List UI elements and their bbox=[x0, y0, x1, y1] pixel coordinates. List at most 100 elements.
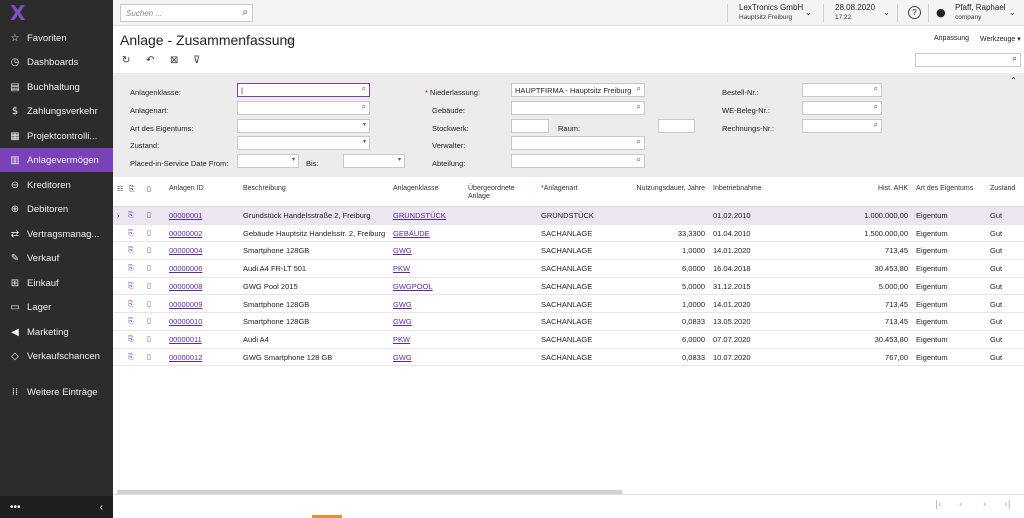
dropdown-arrow-icon[interactable]: ▾ bbox=[363, 138, 366, 145]
sidebar-item-0[interactable]: ☆ Favoriten bbox=[0, 26, 113, 50]
note-icon[interactable]: ▯ bbox=[147, 211, 151, 219]
sidebar-item-2[interactable]: ▤ Buchhaltung bbox=[0, 75, 113, 99]
asset-id-link[interactable]: 00000001 bbox=[169, 211, 202, 220]
search-icon[interactable]: ⌕ bbox=[874, 120, 878, 130]
table-row[interactable]: ⎘ ▯ 00000009 Smartphone 128GB GWG SACHANLAGE 1… bbox=[113, 296, 1024, 314]
table-row[interactable]: › ⎘ ▯ 00000001 Grundstück Handelsstraße 2, F… bbox=[113, 207, 1024, 225]
asset-id-link[interactable]: 00000008 bbox=[169, 282, 202, 291]
grid-search-input[interactable]: ⌕ bbox=[915, 53, 1021, 67]
column-header-placed-in-service[interactable]: Inbetriebnahme bbox=[713, 185, 762, 193]
column-header-ownership[interactable]: Art des Eigentums bbox=[916, 185, 976, 193]
asset-id-link[interactable]: 00000010 bbox=[169, 317, 202, 326]
attachment-icon[interactable]: ⎘ bbox=[128, 211, 134, 220]
pager-prev-icon[interactable]: ‹ bbox=[959, 500, 963, 510]
attachment-icon[interactable]: ⎘ bbox=[128, 300, 134, 309]
floor-input[interactable] bbox=[511, 119, 549, 133]
favorite-star-icon[interactable]: ☆ bbox=[285, 34, 295, 47]
undo-icon[interactable]: ↶ bbox=[146, 55, 154, 66]
dropdown-arrow-icon[interactable]: ▾ bbox=[292, 156, 295, 163]
note-icon[interactable]: ▯ bbox=[147, 264, 151, 272]
collapse-panel-icon[interactable]: ⌃ bbox=[1010, 76, 1017, 85]
pager-first-icon[interactable]: |‹ bbox=[935, 500, 942, 510]
asset-id-link[interactable]: 00000004 bbox=[169, 246, 202, 255]
chevron-down-icon[interactable]: ⌄ bbox=[1009, 8, 1016, 17]
column-header-description[interactable]: Beschreibung bbox=[243, 185, 286, 193]
column-header-useful-life[interactable]: Nutzungsdauer, Jahre bbox=[631, 185, 706, 193]
app-logo[interactable]: X bbox=[0, 0, 113, 26]
department-input[interactable]: ⌕ bbox=[511, 154, 645, 168]
date-to-input[interactable]: ▾ bbox=[343, 154, 405, 168]
note-icon[interactable]: ▯ bbox=[147, 353, 151, 361]
sidebar-item-13[interactable]: ◇ Verkaufschancen bbox=[0, 344, 113, 368]
note-icon[interactable]: ▯ bbox=[147, 300, 151, 308]
building-input[interactable]: ⌕ bbox=[511, 101, 645, 115]
attachment-icon[interactable]: ⎘ bbox=[128, 353, 134, 362]
pager-next-icon[interactable]: › bbox=[983, 500, 987, 510]
table-row[interactable]: ⎘ ▯ 00000008 GWG Pool 2015 GWGPOOL SACHANLAGE… bbox=[113, 278, 1024, 296]
asset-id-link[interactable]: 00000012 bbox=[169, 353, 202, 362]
sidebar-item-3[interactable]: $ Zahlungsverkehr bbox=[0, 99, 113, 123]
asset-class-link[interactable]: GRUNDSTÜCK bbox=[393, 211, 446, 220]
asset-id-link[interactable]: 00000011 bbox=[169, 335, 202, 344]
column-header-asset-class[interactable]: Anlagenklasse bbox=[393, 185, 439, 193]
asset-class-link[interactable]: GWGPOOL bbox=[393, 282, 433, 291]
row-selector-icon[interactable]: › bbox=[117, 211, 120, 220]
column-header-orig-cost[interactable]: Hist. AHK bbox=[833, 185, 908, 193]
sidebar-item-10[interactable]: ⊞ Einkauf bbox=[0, 271, 113, 295]
search-icon[interactable]: ⌕ bbox=[362, 102, 366, 112]
sidebar-item-12[interactable]: ◀ Marketing bbox=[0, 320, 113, 344]
column-header-asset-type[interactable]: *Anlagenart bbox=[541, 185, 578, 193]
attachment-icon[interactable]: ⎘ bbox=[128, 229, 134, 238]
sidebar-item-1[interactable]: ◷ Dashboards bbox=[0, 50, 113, 74]
attachment-icon[interactable]: ⎘ bbox=[128, 317, 134, 326]
table-row[interactable]: ⎘ ▯ 00000011 Audi A4 PKW SACHANLAGE 6,0000 07.0… bbox=[113, 331, 1024, 349]
asset-id-link[interactable]: 00000006 bbox=[169, 264, 202, 273]
asset-class-link[interactable]: GWG bbox=[393, 300, 412, 309]
invoice-number-input[interactable]: ⌕ bbox=[802, 119, 882, 133]
note-icon[interactable]: ▯ bbox=[147, 335, 151, 343]
sidebar-item-9[interactable]: ✎ Verkauf bbox=[0, 246, 113, 270]
ownership-type-select[interactable]: ▾ bbox=[237, 119, 370, 133]
receipt-number-input[interactable]: ⌕ bbox=[802, 101, 882, 115]
more-icon[interactable]: ••• bbox=[10, 502, 21, 513]
asset-class-link[interactable]: GEBÄUDE bbox=[393, 229, 430, 238]
note-icon[interactable]: ▯ bbox=[147, 317, 151, 325]
table-row[interactable]: ⎘ ▯ 00000010 Smartphone 128GB GWG SACHANLAGE 0… bbox=[113, 313, 1024, 331]
table-row[interactable]: ⎘ ▯ 00000006 Audi A4 FR-LT 501 PKW SACHANLAGE… bbox=[113, 260, 1024, 278]
attachment-icon[interactable]: ⎘ bbox=[128, 335, 134, 344]
pager-last-icon[interactable]: ›| bbox=[1004, 500, 1011, 510]
help-icon[interactable]: ? bbox=[908, 6, 921, 19]
custodian-input[interactable]: ⌕ bbox=[511, 136, 645, 150]
table-row[interactable]: ⎘ ▯ 00000004 Smartphone 128GB GWG SACHANLAGE 1… bbox=[113, 242, 1024, 261]
sidebar-item-6[interactable]: ⊖ Kreditoren bbox=[0, 173, 113, 197]
sidebar-item-8[interactable]: ⇄ Vertragsmanag... bbox=[0, 222, 113, 246]
global-search-input[interactable]: Suchen ... ⌕ bbox=[120, 4, 253, 22]
attachment-icon[interactable]: ⎘ bbox=[128, 246, 134, 255]
asset-class-link[interactable]: GWG bbox=[393, 246, 412, 255]
horizontal-scrollbar[interactable] bbox=[117, 490, 622, 494]
asset-class-input[interactable]: | ⌕ bbox=[237, 83, 370, 97]
branch-input[interactable]: HAUPTFIRMA - Hauptsitz Freiburg ⌕ bbox=[511, 83, 645, 97]
column-header-condition[interactable]: Zustand bbox=[990, 185, 1015, 193]
tools-menu[interactable]: Werkzeuge ▾ bbox=[980, 35, 1021, 43]
sidebar-item-11[interactable]: ▭ Lager bbox=[0, 295, 113, 319]
search-icon[interactable]: ⌕ bbox=[637, 155, 641, 165]
search-icon[interactable]: ⌕ bbox=[1013, 54, 1017, 64]
search-icon[interactable]: ⌕ bbox=[637, 137, 641, 147]
column-chooser-icon[interactable]: ☷ bbox=[117, 185, 123, 193]
chevron-down-icon[interactable]: ⌄ bbox=[805, 8, 812, 17]
export-excel-icon[interactable]: ⊠ bbox=[170, 55, 178, 66]
po-number-input[interactable]: ⌕ bbox=[802, 83, 882, 97]
asset-type-input[interactable]: ⌕ bbox=[237, 101, 370, 115]
asset-class-link[interactable]: GWG bbox=[393, 353, 412, 362]
dropdown-arrow-icon[interactable]: ▾ bbox=[363, 121, 366, 128]
dropdown-arrow-icon[interactable]: ▾ bbox=[398, 156, 401, 163]
asset-id-link[interactable]: 00000009 bbox=[169, 300, 202, 309]
condition-select[interactable]: ▾ bbox=[237, 136, 370, 150]
table-row[interactable]: ⎘ ▯ 00000012 GWG Smartphone 128 GB GWG SACHAN… bbox=[113, 349, 1024, 367]
note-icon[interactable]: ▯ bbox=[147, 229, 151, 237]
search-icon[interactable]: ⌕ bbox=[362, 84, 366, 94]
user-icon[interactable]: ● bbox=[936, 6, 946, 19]
attachment-icon[interactable]: ⎘ bbox=[128, 264, 134, 273]
company-selector[interactable]: LexTronics GmbH Hauptsitz Freiburg bbox=[739, 3, 803, 23]
